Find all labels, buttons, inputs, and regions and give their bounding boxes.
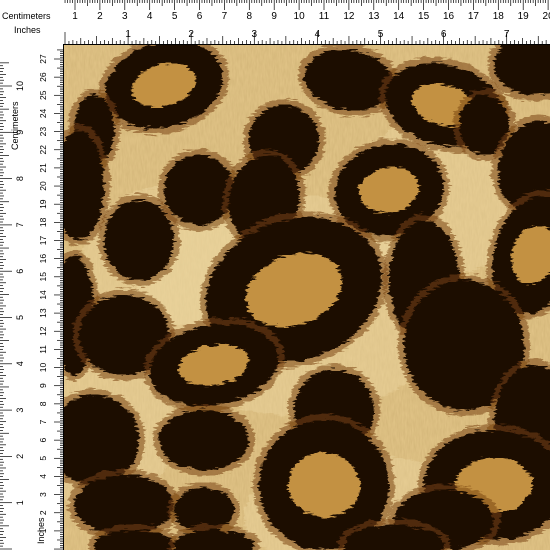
top-cm-label: 2 <box>97 11 103 22</box>
top-cm-label: 11 <box>319 11 330 22</box>
left-cm-label: 13 <box>38 308 48 318</box>
left-cm-label: 21 <box>38 163 48 173</box>
left-inch-label: 5 <box>15 315 25 320</box>
left-cm-label: 16 <box>38 254 48 264</box>
left-cm-label: 23 <box>38 127 48 137</box>
left-cm-label: 18 <box>38 217 48 227</box>
top-inch-label: 6 <box>441 29 447 40</box>
left-inch-label: 4 <box>15 361 25 366</box>
left-inch-label: 8 <box>15 176 25 181</box>
top-in-unit-label: Inches <box>14 25 41 35</box>
left-cm-unit-label: Centimeters <box>10 101 20 150</box>
left-cm-label: 25 <box>38 90 48 100</box>
left-ruler: 27 26 25 24 23 22 21 20 19 18 17 16 15 14 13 12 11 10 9 8 7 6… <box>0 44 64 550</box>
top-cm-label: 18 <box>493 11 505 22</box>
left-cm-label: 6 <box>38 438 48 443</box>
top-cm-label: 8 <box>247 11 253 22</box>
left-inch-label: 1 <box>15 500 25 505</box>
top-inch-label: 1 <box>125 29 131 40</box>
left-cm-label: 14 <box>38 290 48 300</box>
top-cm-label: 9 <box>271 11 277 22</box>
top-cm-label: 6 <box>197 11 203 22</box>
left-cm-label: 19 <box>38 199 48 209</box>
left-cm-label: 12 <box>38 326 48 336</box>
left-cm-label: 5 <box>38 456 48 461</box>
left-cm-label: 8 <box>38 401 48 406</box>
top-cm-label: 14 <box>393 11 405 22</box>
left-cm-label: 9 <box>38 383 48 388</box>
left-cm-label: 24 <box>38 108 48 118</box>
top-cm-label: 10 <box>294 11 306 22</box>
left-inch-label: 3 <box>15 408 25 413</box>
leopard-spot <box>164 155 234 225</box>
top-cm-label: 19 <box>518 11 530 22</box>
left-cm-label: 17 <box>38 236 48 246</box>
top-inch-label: 4 <box>315 29 321 40</box>
top-cm-label: 1 <box>72 11 78 22</box>
left-inch-label: 10 <box>15 81 25 91</box>
left-cm-label: 22 <box>38 145 48 155</box>
left-cm-label: 20 <box>38 181 48 191</box>
left-cm-label: 15 <box>38 272 48 282</box>
ruler-corner: Centimeters Inches <box>0 0 64 45</box>
fabric-preview: Centimeters Inches 1 2 3 4 5 6 7 8 9 10 11 12 13 14 15… <box>0 0 550 550</box>
top-ruler: 1234567891011121314151617181920211234567… <box>63 0 550 45</box>
top-inch-label: 7 <box>504 29 510 40</box>
leopard-spot <box>104 200 174 280</box>
left-inch-label: 7 <box>15 222 25 227</box>
left-inch-label: 6 <box>15 269 25 274</box>
top-cm-label: 12 <box>343 11 355 22</box>
left-in-unit-label: Inches <box>36 517 46 544</box>
top-ruler-scale: 1234567891011121314151617181920211234567… <box>64 0 550 44</box>
left-inch-label: 2 <box>15 454 25 459</box>
top-cm-label: 5 <box>172 11 178 22</box>
left-cm-label: 26 <box>38 72 48 82</box>
top-cm-label: 15 <box>418 11 430 22</box>
left-cm-label: 10 <box>38 363 48 373</box>
top-cm-label: 4 <box>147 11 153 22</box>
top-inch-label: 2 <box>188 29 194 40</box>
leopard-print-fabric <box>64 45 550 550</box>
leopard-spot <box>159 410 249 470</box>
top-inch-label: 5 <box>378 29 384 40</box>
left-cm-label: 7 <box>38 419 48 424</box>
top-inch-label: 3 <box>252 29 258 40</box>
leopard-pattern-image <box>64 45 550 550</box>
top-cm-label: 13 <box>368 11 380 22</box>
top-cm-label: 20 <box>543 11 550 22</box>
left-cm-label: 3 <box>38 492 48 497</box>
top-cm-unit-label: Centimeters <box>2 11 51 21</box>
top-cm-label: 17 <box>468 11 480 22</box>
top-cm-label: 3 <box>122 11 128 22</box>
top-cm-label: 7 <box>222 11 228 22</box>
left-cm-label: 11 <box>38 345 48 354</box>
left-cm-label: 4 <box>38 474 48 479</box>
left-cm-label: 27 <box>38 54 48 64</box>
top-cm-label: 16 <box>443 11 455 22</box>
left-cm-label: 2 <box>38 510 48 515</box>
